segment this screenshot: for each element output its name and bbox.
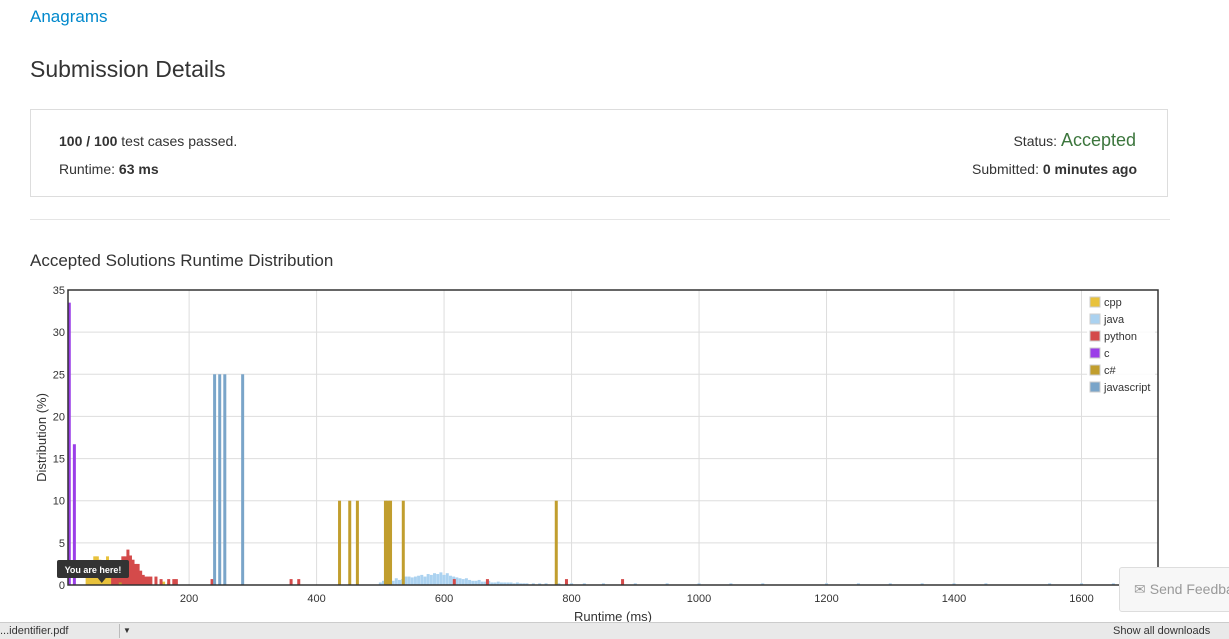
legend-label: java bbox=[1103, 314, 1125, 326]
bar-javascript bbox=[213, 374, 217, 585]
x-tick-label: 1000 bbox=[687, 593, 711, 605]
bar-csharp bbox=[348, 500, 352, 585]
submitted-summary: Submitted: 0 minutes ago bbox=[972, 161, 1137, 177]
submitted-label: Submitted: bbox=[972, 161, 1043, 177]
x-tick-label: 1200 bbox=[814, 593, 838, 605]
bar-java bbox=[439, 572, 443, 585]
bar-java bbox=[442, 574, 446, 585]
bar-python bbox=[452, 579, 456, 585]
bar-python bbox=[159, 579, 163, 585]
legend-label: c bbox=[1104, 348, 1110, 360]
y-tick-label: 30 bbox=[53, 327, 65, 339]
bar-java bbox=[420, 574, 424, 585]
bar-python bbox=[485, 579, 489, 585]
x-tick-label: 800 bbox=[562, 593, 580, 605]
y-tick-label: 25 bbox=[53, 369, 65, 381]
bar-javascript bbox=[218, 374, 222, 585]
section-divider bbox=[30, 219, 1170, 220]
x-tick-label: 1600 bbox=[1069, 593, 1093, 605]
bar-csharp bbox=[554, 500, 558, 585]
show-all-downloads-link[interactable]: Show all downloads bbox=[1113, 625, 1210, 637]
bar-python bbox=[149, 576, 153, 585]
bar-java bbox=[436, 574, 440, 585]
bar-javascript bbox=[223, 374, 227, 585]
legend-label: python bbox=[1104, 331, 1137, 343]
bar-python bbox=[564, 579, 568, 585]
legend-swatch bbox=[1089, 347, 1101, 359]
test-cases-summary: 100 / 100 test cases passed. bbox=[59, 133, 237, 149]
bar-java bbox=[468, 579, 472, 585]
x-tick-label: 1400 bbox=[942, 593, 966, 605]
bar-python bbox=[167, 579, 171, 585]
status-summary: Status: Accepted bbox=[1013, 130, 1136, 151]
legend-swatch bbox=[1089, 381, 1101, 393]
bar-java bbox=[464, 578, 468, 585]
legend-label: cpp bbox=[1104, 297, 1122, 309]
legend-swatch bbox=[1089, 330, 1101, 342]
passed-text: test cases passed. bbox=[117, 133, 238, 149]
bar-python bbox=[289, 579, 293, 585]
y-tick-label: 5 bbox=[59, 538, 65, 550]
bar-java bbox=[397, 579, 401, 585]
x-tick-label: 400 bbox=[307, 593, 325, 605]
download-bar: ...identifier.pdf ▼ Show all downloads bbox=[0, 622, 1229, 639]
you-are-here-label: You are here! bbox=[65, 565, 122, 575]
bar-java bbox=[433, 573, 437, 585]
bar-java bbox=[445, 573, 449, 585]
bar-java bbox=[477, 579, 481, 585]
y-tick-label: 20 bbox=[53, 411, 65, 423]
legend-swatch bbox=[1089, 296, 1101, 308]
bar-csharp bbox=[338, 500, 342, 585]
bar-javascript bbox=[241, 374, 245, 585]
legend-label: javascript bbox=[1103, 382, 1150, 394]
envelope-icon: ✉ bbox=[1134, 581, 1146, 597]
status-value-link[interactable]: Accepted bbox=[1061, 130, 1136, 150]
bar-java bbox=[458, 578, 462, 585]
bar-java bbox=[448, 575, 452, 585]
submission-details-panel: 100 / 100 test cases passed. Runtime: 63… bbox=[30, 109, 1168, 197]
bar-java bbox=[423, 576, 427, 585]
bar-python bbox=[621, 579, 625, 585]
bar-java bbox=[413, 576, 417, 585]
runtime-label: Runtime: bbox=[59, 161, 119, 177]
plot-area bbox=[68, 290, 1158, 585]
problem-title-link[interactable]: Anagrams bbox=[30, 7, 107, 27]
runtime-distribution-chart: 0 5 10 15 20 25 30 35 200 400 600 800 1000 1200 1400 16… bbox=[34, 285, 1159, 624]
status-label: Status: bbox=[1013, 133, 1061, 149]
distribution-title: Accepted Solutions Runtime Distribution bbox=[30, 251, 334, 270]
bar-java bbox=[461, 579, 465, 585]
bar-python bbox=[297, 579, 301, 585]
runtime-summary: Runtime: 63 ms bbox=[59, 161, 159, 177]
submission-page: Anagrams Submission Details 100 / 100 te… bbox=[0, 0, 1229, 639]
bar-java bbox=[426, 574, 430, 585]
bar-java bbox=[394, 578, 398, 585]
bar-java bbox=[429, 574, 433, 585]
bar-java bbox=[407, 576, 411, 585]
y-tick-label: 15 bbox=[53, 454, 65, 466]
download-item[interactable]: ...identifier.pdf bbox=[0, 625, 112, 637]
bar-csharp bbox=[401, 500, 405, 585]
y-axis-label: Distribution (%) bbox=[34, 393, 49, 482]
send-feedback-label: Send Feedback bbox=[1149, 581, 1229, 597]
x-tick-label: 600 bbox=[435, 593, 453, 605]
chevron-down-icon[interactable]: ▼ bbox=[119, 624, 134, 638]
bar-python bbox=[174, 579, 178, 585]
bar-java bbox=[417, 575, 421, 585]
legend-swatch bbox=[1089, 313, 1101, 325]
y-tick-label: 10 bbox=[53, 496, 65, 508]
bar-csharp bbox=[389, 500, 393, 585]
bar-java bbox=[410, 577, 414, 585]
bar-csharp bbox=[355, 500, 359, 585]
bar-python bbox=[154, 576, 158, 585]
legend-swatch bbox=[1089, 364, 1101, 376]
y-tick-label: 0 bbox=[59, 580, 65, 592]
y-tick-label: 35 bbox=[53, 285, 65, 297]
passed-count: 100 / 100 bbox=[59, 133, 118, 149]
x-tick-label: 200 bbox=[180, 593, 198, 605]
submitted-value: 0 minutes ago bbox=[1042, 161, 1137, 177]
runtime-value: 63 ms bbox=[118, 161, 159, 177]
legend-label: c# bbox=[1104, 365, 1117, 377]
send-feedback-button[interactable]: ✉Send Feedback bbox=[1119, 567, 1229, 612]
page-title: Submission Details bbox=[30, 56, 226, 82]
